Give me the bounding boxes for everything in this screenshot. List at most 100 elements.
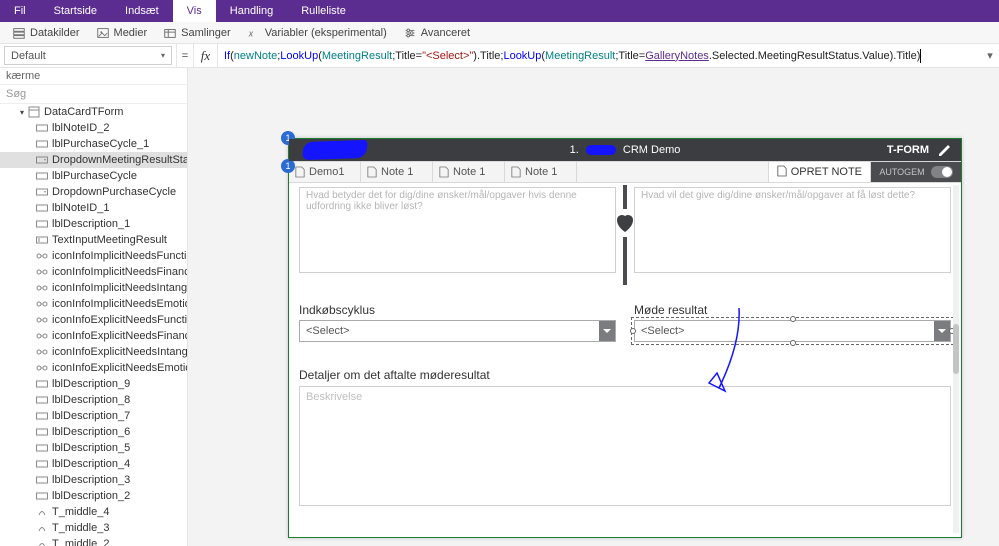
tree-item-iconInfoImplicitNeedsIntangible[interactable]: iconInfoImplicitNeedsIntangible — [0, 280, 187, 296]
tree-item-label: DataCardTForm — [44, 106, 123, 118]
center-divider — [609, 185, 641, 285]
tree-heading: kærme — [0, 68, 187, 85]
cmd-datakilder[interactable]: Datakilder — [6, 26, 86, 40]
tree-item-T_middle_2[interactable]: T_middle_2 — [0, 536, 187, 546]
tree-item-DropdownMeetingResultStatus[interactable]: DropdownMeetingResultStatus — [0, 152, 187, 168]
top-menu: Fil Startside Indsæt Vis Handling Rullel… — [0, 0, 999, 22]
tree-expand-icon[interactable]: ▾ — [20, 108, 24, 117]
tree-item-lblPurchaseCycle[interactable]: lblPurchaseCycle — [0, 168, 187, 184]
label-icon — [36, 378, 48, 390]
tree-item-lblNoteID_2[interactable]: lblNoteID_2 — [0, 120, 187, 136]
tree-item-lblDescription_5[interactable]: lblDescription_5 — [0, 440, 187, 456]
tree-item-lblDescription_7[interactable]: lblDescription_7 — [0, 408, 187, 424]
label-icon — [36, 410, 48, 422]
command-bar: Datakilder Medier Samlinger x Variabler … — [0, 22, 999, 44]
tree-item-label: lblPurchaseCycle_1 — [52, 138, 149, 150]
cmd-samlinger[interactable]: Samlinger — [157, 26, 237, 40]
equals-label: = — [176, 44, 194, 67]
scrollbar[interactable] — [953, 185, 959, 533]
tree-item-lblDescription_2[interactable]: lblDescription_2 — [0, 488, 187, 504]
resize-handle[interactable] — [630, 328, 636, 334]
tree-item-iconInfoImplicitNeedsFinancial[interactable]: iconInfoImplicitNeedsFinancial — [0, 264, 187, 280]
tree-item-label: lblDescription_8 — [52, 394, 130, 406]
tab-vis[interactable]: Vis — [173, 0, 216, 22]
note-tab[interactable]: Note 1 — [361, 162, 433, 182]
tab-handling[interactable]: Handling — [216, 0, 287, 22]
tree-item-DataCardTForm[interactable]: ▾ DataCardTForm — [0, 104, 187, 120]
formula-input[interactable]: If ( newNote ; LookUp ( MeetingResult ;T… — [218, 44, 981, 67]
tree-item-lblDescription_6[interactable]: lblDescription_6 — [0, 424, 187, 440]
tree-item-DropdownPurchaseCycle[interactable]: DropdownPurchaseCycle — [0, 184, 187, 200]
scrollbar-thumb[interactable] — [953, 324, 959, 374]
tree-item-label: lblDescription_9 — [52, 378, 130, 390]
tree-item-lblPurchaseCycle_1[interactable]: lblPurchaseCycle_1 — [0, 136, 187, 152]
app-header: 1. CRM Demo T-FORM — [289, 139, 961, 161]
tree-view: kærme Søg ▾ DataCardTForm lblNoteID_2 lblPu… — [0, 68, 188, 546]
tree-item-lblDescription_9[interactable]: lblDescription_9 — [0, 376, 187, 392]
left-question-box[interactable]: Hvad betyder det for dig/dine ønsker/mål… — [299, 187, 616, 273]
tree-item-label: TextInputMeetingResult — [52, 234, 167, 246]
tree-item-lblDescription_4[interactable]: lblDescription_4 — [0, 456, 187, 472]
cmd-medier[interactable]: Medier — [90, 26, 154, 40]
note-tab[interactable]: Note 1 — [505, 162, 577, 182]
formula-bar: Default ▾ = fx If ( newNote ; LookUp ( M… — [0, 44, 999, 68]
icon-icon — [36, 298, 48, 310]
icon-icon — [36, 362, 48, 374]
tree-item-iconInfoExplicitNeedsEmotional[interactable]: iconInfoExplicitNeedsEmotional — [0, 360, 187, 376]
purchase-cycle-label: Indkøbscyklus — [299, 303, 616, 317]
tab-rulleliste[interactable]: Rulleliste — [287, 0, 360, 22]
tree-item-TextInputMeetingResult[interactable]: TextInputMeetingResult — [0, 232, 187, 248]
label-icon — [36, 442, 48, 454]
property-selector-label: Default — [11, 50, 46, 62]
tree-item-T_middle_3[interactable]: T_middle_3 — [0, 520, 187, 536]
data-sources-icon — [12, 26, 26, 40]
tab-indsaet[interactable]: Indsæt — [111, 0, 173, 22]
tab-fil[interactable]: Fil — [0, 0, 40, 22]
note-tab[interactable]: Demo1 — [289, 162, 361, 182]
tree-item-T_middle_4[interactable]: T_middle_4 — [0, 504, 187, 520]
resize-handle[interactable] — [790, 316, 796, 322]
tree-item-iconInfoImplicitNeedsEmotional[interactable]: iconInfoImplicitNeedsEmotional — [0, 296, 187, 312]
tree-item-label: lblDescription_5 — [52, 442, 130, 454]
tree-item-label: lblDescription_1 — [52, 218, 130, 230]
note-tab-label: Note 1 — [525, 166, 557, 178]
tree-item-label: T_middle_4 — [52, 506, 109, 518]
icon-icon — [36, 330, 48, 342]
tree-item-iconInfoExplicitNeedsIntangible[interactable]: iconInfoExplicitNeedsIntangible — [0, 344, 187, 360]
canvas[interactable]: 1 1 1. CRM Demo T-FORM Demo1Note 1Note 1… — [188, 68, 999, 546]
chevron-down-icon[interactable] — [599, 321, 615, 341]
resize-handle[interactable] — [790, 340, 796, 346]
fx-button[interactable]: fx — [194, 44, 218, 67]
details-label: Detaljer om det aftalte møderesultat — [299, 368, 951, 382]
cmd-avanceret[interactable]: Avanceret — [397, 26, 476, 40]
tree-item-iconInfoImplicitNeedsFunctional[interactable]: iconInfoImplicitNeedsFunctional — [0, 248, 187, 264]
toggle-switch[interactable] — [931, 166, 953, 178]
note-tab[interactable]: Note 1 — [433, 162, 505, 182]
collections-icon — [163, 26, 177, 40]
formula-expand-icon[interactable]: ▾ — [981, 44, 999, 67]
purchase-cycle-dropdown[interactable]: <Select> — [299, 320, 616, 342]
label-icon — [36, 426, 48, 438]
note-tab-label: Note 1 — [381, 166, 413, 178]
details-textarea[interactable]: Beskrivelse — [299, 386, 951, 506]
tree-item-iconInfoExplicitNeedsFunctional[interactable]: iconInfoExplicitNeedsFunctional — [0, 312, 187, 328]
meeting-result-dropdown[interactable]: <Select> — [634, 320, 951, 342]
tree-item-lblDescription_1[interactable]: lblDescription_1 — [0, 216, 187, 232]
document-icon — [777, 165, 787, 180]
right-question-box[interactable]: Hvad vil det give dig/dine ønsker/mål/op… — [634, 187, 951, 273]
formula-token: GalleryNotes — [645, 50, 709, 62]
tree-search[interactable]: Søg — [0, 85, 187, 104]
tree-item-lblNoteID_1[interactable]: lblNoteID_1 — [0, 200, 187, 216]
cmd-medier-label: Medier — [114, 27, 148, 39]
create-note-button[interactable]: OPRET NOTE — [768, 162, 871, 182]
tab-startside[interactable]: Startside — [40, 0, 111, 22]
document-icon — [511, 166, 521, 178]
cmd-variabler[interactable]: x Variabler (eksperimental) — [241, 26, 393, 40]
tree-item-lblDescription_8[interactable]: lblDescription_8 — [0, 392, 187, 408]
tree-item-label: lblDescription_6 — [52, 426, 130, 438]
property-selector[interactable]: Default ▾ — [4, 46, 172, 65]
autosave-toggle[interactable]: AUTOGEM — [871, 162, 961, 182]
chevron-down-icon[interactable] — [934, 321, 950, 341]
tree-item-iconInfoExplicitNeedsFinancial[interactable]: iconInfoExplicitNeedsFinancial — [0, 328, 187, 344]
tree-item-lblDescription_3[interactable]: lblDescription_3 — [0, 472, 187, 488]
